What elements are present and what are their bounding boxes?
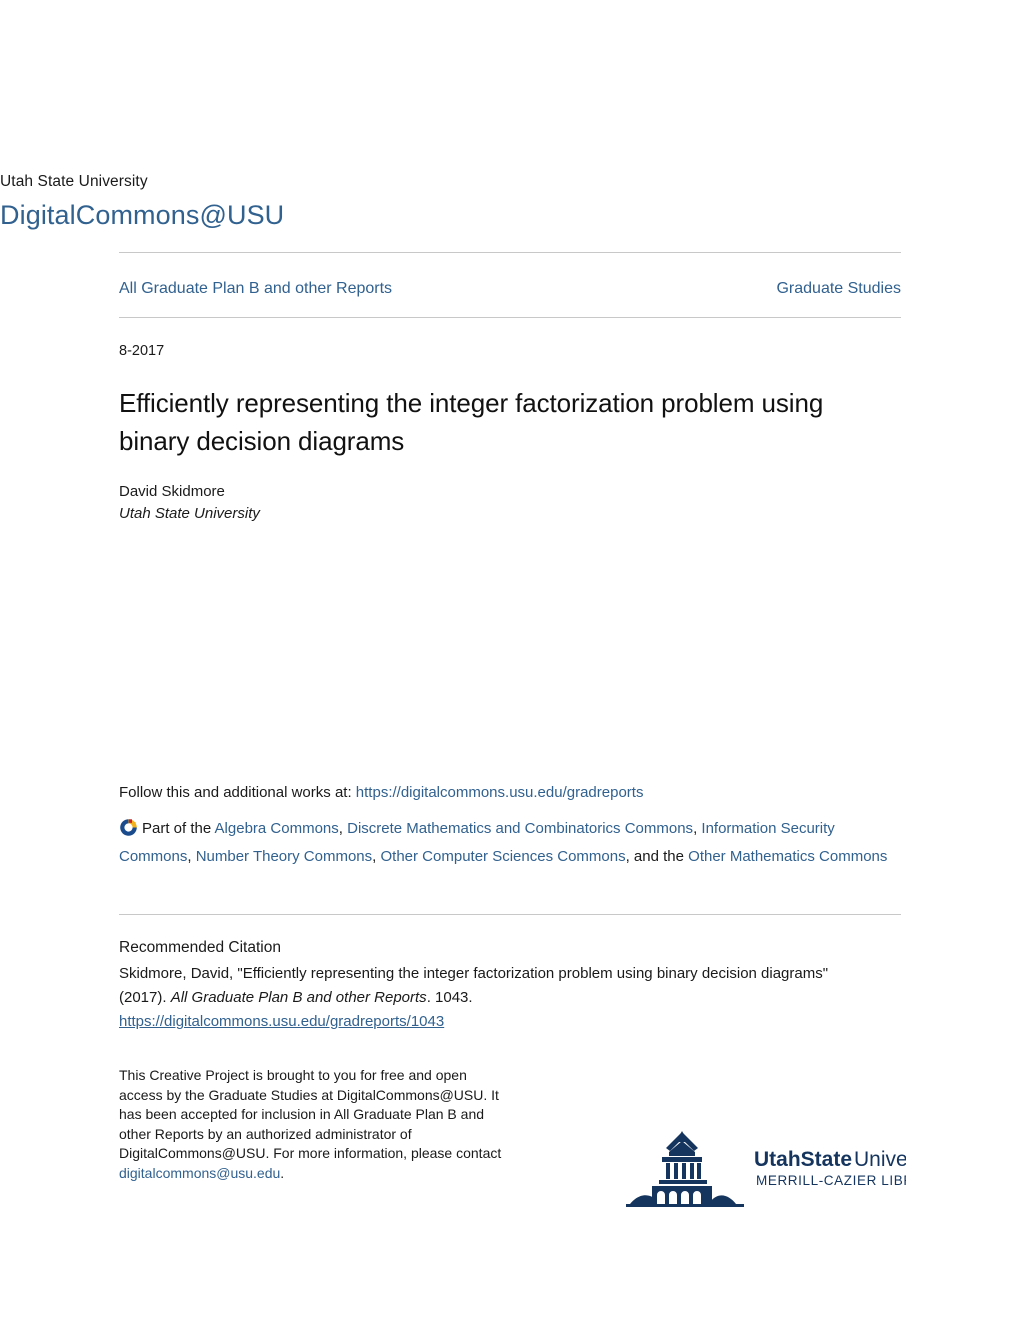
discipline-link-other-computer-sciences[interactable]: Other Computer Sciences Commons <box>381 848 626 865</box>
institution-name: Utah State University <box>0 173 148 190</box>
masthead: Utah State University DigitalCommons@USU <box>0 172 782 233</box>
separator: , <box>338 820 348 837</box>
access-statement-trailing: . <box>280 1164 285 1181</box>
document-page: Utah State University DigitalCommons@USU… <box>0 0 1020 1320</box>
divider-top <box>119 252 901 253</box>
recommended-citation-body: Skidmore, David, "Efficiently representi… <box>119 962 849 1034</box>
discipline-link-algebra[interactable]: Algebra Commons <box>215 820 339 837</box>
collection-link[interactable]: All Graduate Plan B and other Reports <box>119 278 392 300</box>
publication-date: 8-2017 <box>119 343 165 359</box>
follow-works-line: Follow this and additional works at: htt… <box>119 782 909 804</box>
follow-prefix: Follow this and additional works at: <box>119 784 356 801</box>
usu-merrill-cazier-library-logo: UtahState University MERRILL-CAZIER LIBR… <box>626 1118 906 1208</box>
citation-url-link[interactable]: https://digitalcommons.usu.edu/gradrepor… <box>119 1010 849 1034</box>
logo-line2: MERRILL-CAZIER LIBRARY <box>756 1173 906 1188</box>
follow-url-link[interactable]: https://digitalcommons.usu.edu/gradrepor… <box>356 784 644 801</box>
discipline-link-number-theory[interactable]: Number Theory Commons <box>196 848 372 865</box>
divider-above-citation <box>119 914 901 915</box>
logo-line1-bold: UtahState <box>754 1148 852 1171</box>
discipline-link-discrete-math[interactable]: Discrete Mathematics and Combinatorics C… <box>347 820 693 837</box>
page-title: Efficiently representing the integer fac… <box>119 388 824 456</box>
divider-under-breadcrumb <box>119 317 901 318</box>
access-statement-text: This Creative Project is brought to you … <box>119 1067 502 1161</box>
repository-title: DigitalCommons@USU <box>0 200 285 230</box>
citation-series-title: All Graduate Plan B and other Reports <box>170 989 427 1006</box>
recommended-citation-heading: Recommended Citation <box>119 939 281 956</box>
disciplines-prefix: Part of the <box>142 820 215 837</box>
author-block: David Skidmore Utah State University <box>119 481 260 525</box>
conjunction: , and the <box>625 848 689 865</box>
contact-email-link[interactable]: digitalcommons@usu.edu <box>119 1165 280 1181</box>
department-link[interactable]: Graduate Studies <box>776 278 901 300</box>
author-name: David Skidmore <box>119 483 225 500</box>
digital-commons-network-icon <box>119 818 138 837</box>
breadcrumb: All Graduate Plan B and other Reports Gr… <box>119 278 901 300</box>
citation-text-after: . 1043. <box>426 989 473 1006</box>
separator: , <box>372 848 381 865</box>
author-affiliation: Utah State University <box>119 505 260 522</box>
disciplines-line: Part of the Algebra Commons, Discrete Ma… <box>119 815 909 871</box>
logo-line1-light: University <box>854 1148 906 1171</box>
access-statement: This Creative Project is brought to you … <box>119 1066 504 1183</box>
discipline-link-other-mathematics[interactable]: Other Mathematics Commons <box>688 848 887 865</box>
separator: , <box>187 848 196 865</box>
